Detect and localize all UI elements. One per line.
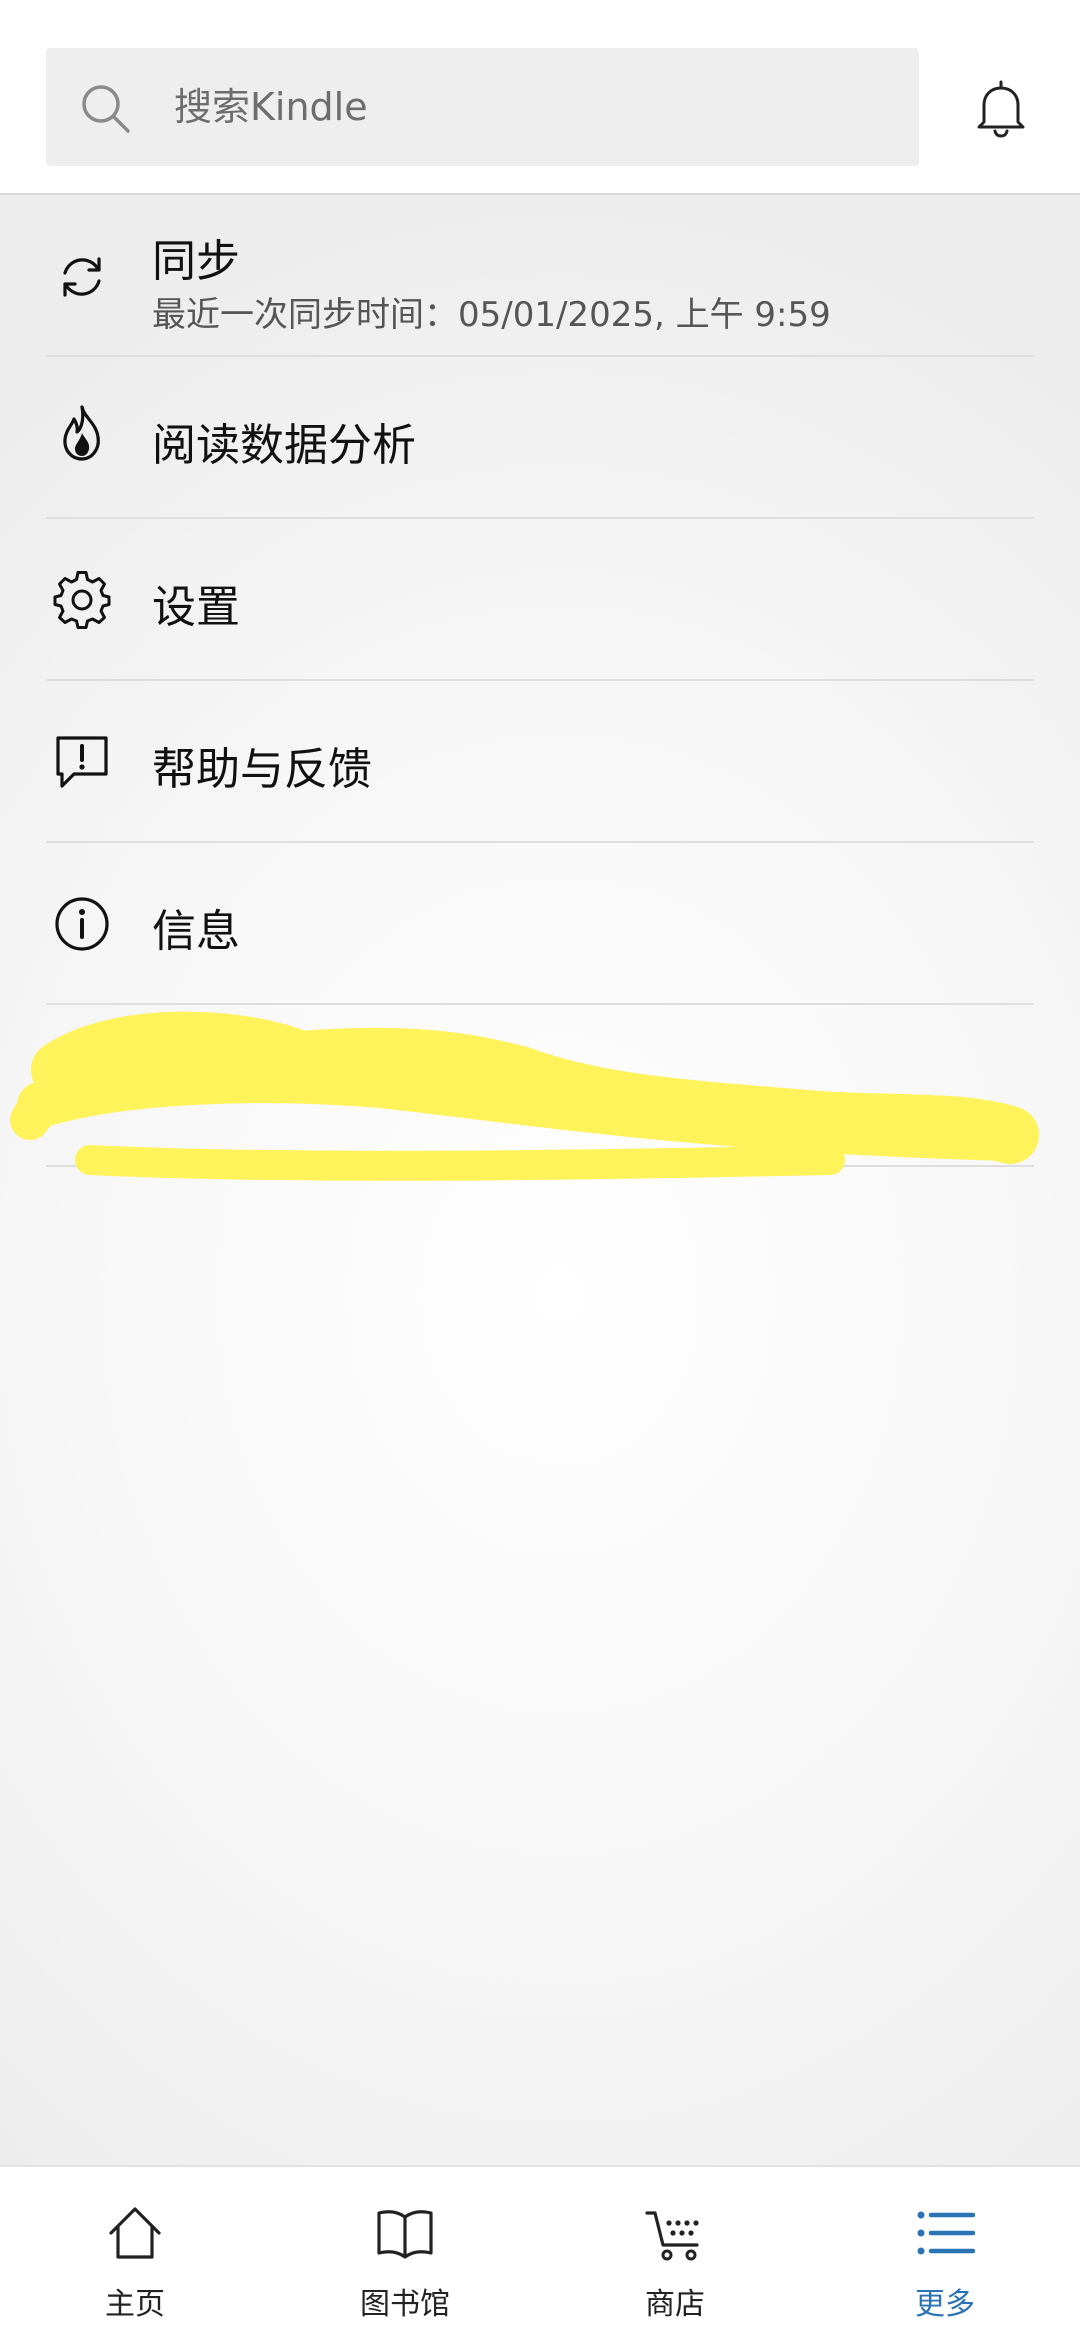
search-bar[interactable]: [46, 48, 919, 166]
menu-item-label: 设置: [152, 582, 240, 633]
menu-item-settings[interactable]: 设置: [46, 519, 1034, 681]
nav-label: 商店: [645, 2287, 705, 2322]
more-menu: 同步 最近一次同步时间：05/01/2025, 上午 9:59 阅读数据分析 设…: [0, 195, 1080, 2165]
feedback-icon: [56, 736, 108, 788]
menu-item-help-feedback[interactable]: 帮助与反馈: [46, 681, 1034, 843]
menu-item-label: 信息: [152, 906, 240, 957]
cart-icon: [645, 2211, 699, 2261]
menu-item-label: 阅读数据分析: [152, 420, 416, 471]
bottom-nav: 主页 图书馆 商店 更多: [0, 2165, 1080, 2339]
nav-library[interactable]: 图书馆: [270, 2167, 540, 2339]
notification-bell-icon[interactable]: [970, 78, 1032, 140]
search-icon: [82, 85, 130, 133]
menu-item-info[interactable]: 信息: [46, 843, 1034, 1005]
nav-label: 主页: [105, 2287, 165, 2322]
nav-more[interactable]: 更多: [810, 2167, 1080, 2339]
sync-icon: [63, 257, 101, 297]
book-icon: [377, 2210, 433, 2259]
menu-item-reading-insights[interactable]: 阅读数据分析: [46, 357, 1034, 519]
search-input[interactable]: [174, 48, 894, 166]
top-bar: [0, 0, 1080, 195]
kindle-more-page: 同步 最近一次同步时间：05/01/2025, 上午 9:59 阅读数据分析 设…: [0, 0, 1080, 2339]
nav-home[interactable]: 主页: [0, 2167, 270, 2339]
flame-icon: [63, 405, 100, 461]
menu-item-label: 帮助与反馈: [152, 744, 372, 795]
redaction-scribble: [10, 1011, 1039, 1181]
list-icon: [917, 2211, 975, 2255]
nav-store[interactable]: 商店: [540, 2167, 810, 2339]
menu-item-sync[interactable]: 同步 最近一次同步时间：05/01/2025, 上午 9:59: [46, 195, 1034, 357]
last-sync-time: 最近一次同步时间：05/01/2025, 上午 9:59: [152, 295, 831, 335]
gear-icon: [53, 571, 111, 629]
info-icon: [55, 897, 109, 951]
nav-label: 图书馆: [360, 2287, 450, 2322]
menu-item-label: 同步: [152, 236, 240, 287]
nav-label: 更多: [915, 2287, 975, 2322]
home-icon: [109, 2207, 161, 2259]
